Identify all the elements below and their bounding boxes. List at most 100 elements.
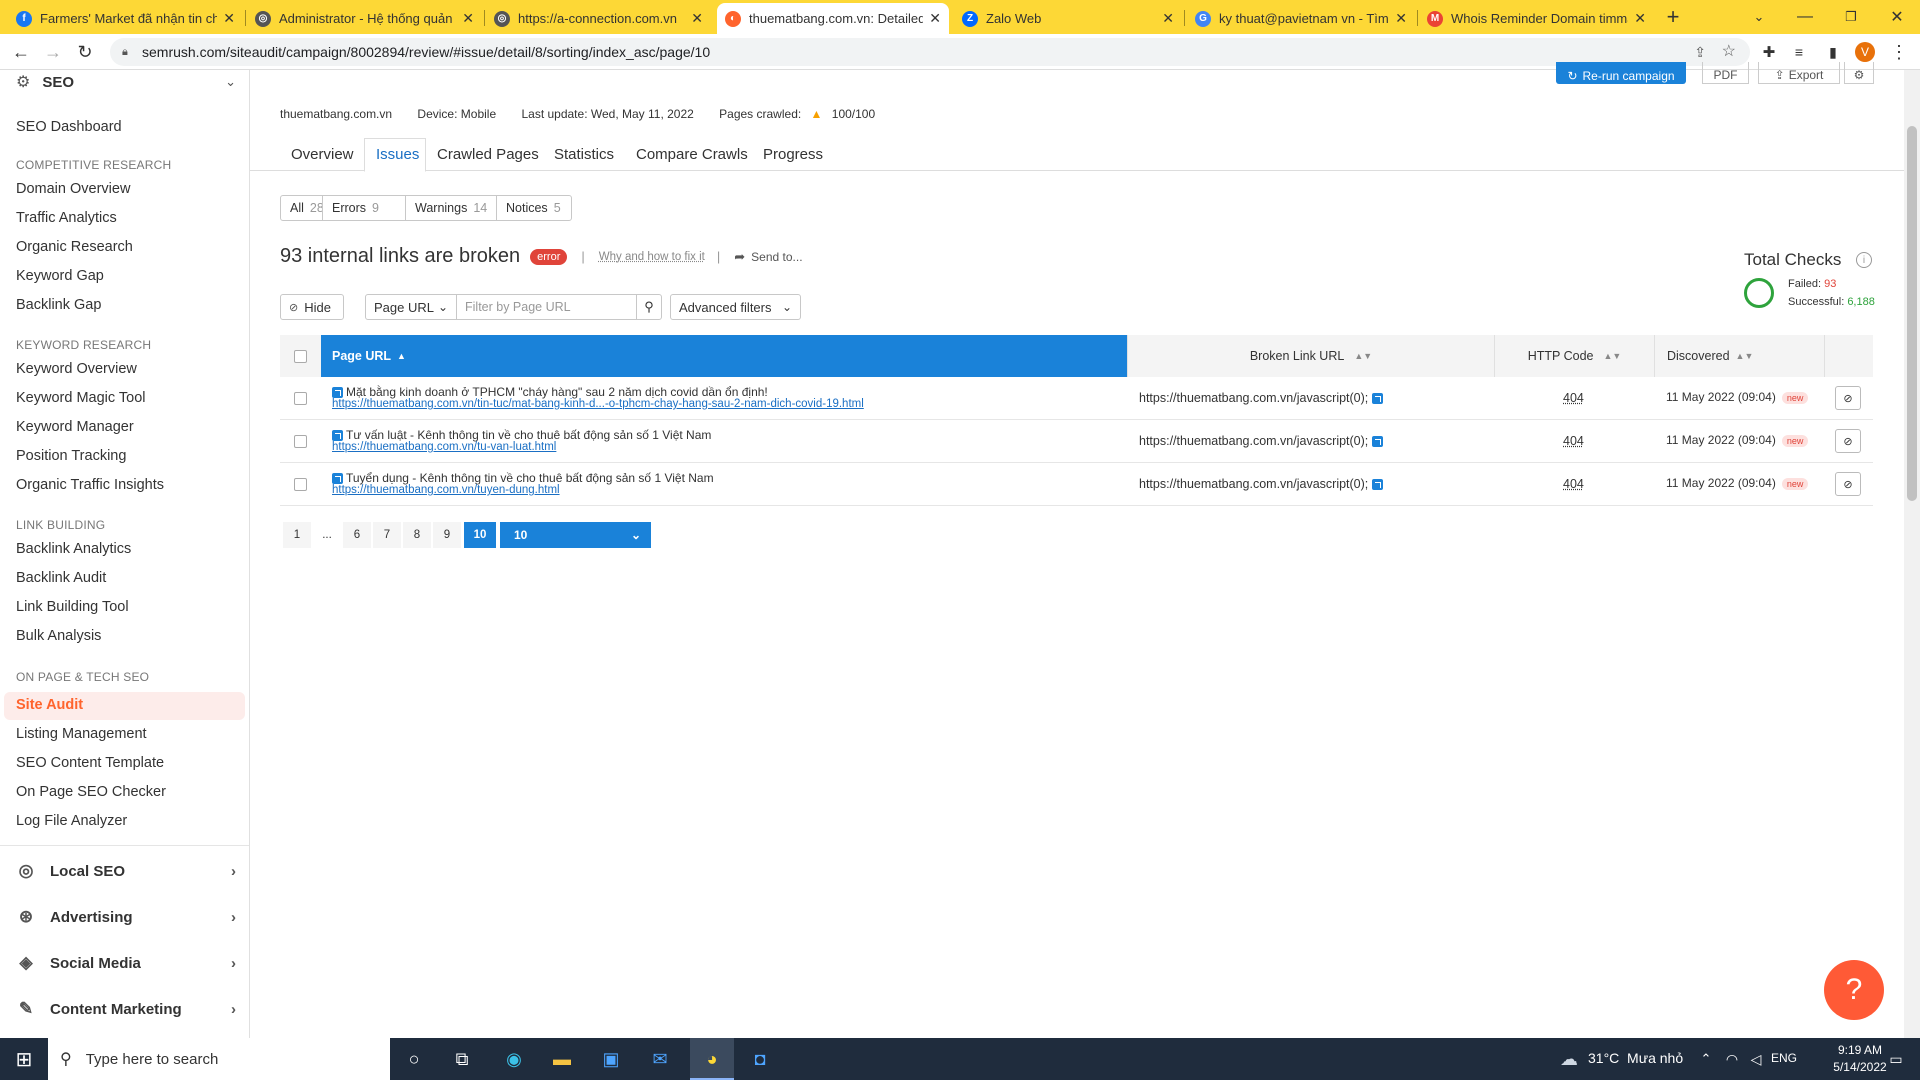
close-tab-icon[interactable]: ✕ (929, 10, 941, 27)
search-button[interactable]: ⚲ (636, 294, 662, 320)
filter-errors[interactable]: Errors 9 (322, 195, 406, 221)
forward-icon[interactable]: → (40, 40, 66, 64)
sidebar-item-keyword-overview[interactable]: Keyword Overview (16, 361, 137, 377)
sidebar-item-domain-overview[interactable]: Domain Overview (16, 181, 130, 197)
close-tab-icon[interactable]: ✕ (1395, 10, 1407, 27)
row-page-title[interactable]: Tuyển dụng - Kênh thông tin về cho thuê … (332, 471, 714, 485)
tab-compare-crawls[interactable]: Compare Crawls (636, 146, 748, 163)
browser-tab[interactable]: ◎ https://a-connection.com.vn ✕ (486, 3, 711, 34)
browser-tab[interactable]: G ky thuat@pavietnam vn - Tìm trên ✕ (1187, 3, 1415, 34)
sidebar-section-content-marketing[interactable]: ✎ Content Marketing › (16, 989, 236, 1029)
help-button[interactable]: ? (1824, 960, 1884, 1020)
mail-icon[interactable]: ✉ (646, 1045, 674, 1073)
scrollbar-thumb[interactable] (1907, 126, 1917, 501)
store-icon[interactable]: ▣ (597, 1045, 625, 1073)
sidebar-item-traffic-analytics[interactable]: Traffic Analytics (16, 210, 117, 226)
page-button[interactable]: 6 (343, 522, 371, 548)
tab-overview[interactable]: Overview (291, 146, 354, 163)
sidebar-item-organic-research[interactable]: Organic Research (16, 239, 133, 255)
sidebar-section-social-media[interactable]: ◈ Social Media › (16, 943, 236, 983)
volume-icon[interactable]: ◁ (1742, 1045, 1770, 1073)
minimize-icon[interactable]: — (1782, 0, 1828, 34)
external-link-icon[interactable] (1371, 479, 1383, 491)
filter-all[interactable]: All 28 (280, 195, 324, 221)
page-button[interactable]: 8 (403, 522, 431, 548)
info-icon[interactable]: i (1856, 252, 1872, 268)
col-http-code[interactable]: HTTP Code ▲▼ (1494, 335, 1654, 377)
sidebar-item-on-page-seo-checker[interactable]: On Page SEO Checker (16, 784, 166, 800)
row-http-code[interactable]: 404 (1563, 434, 1584, 448)
tab-statistics[interactable]: Statistics (554, 146, 614, 163)
sidebar-section-advertising[interactable]: ⊛ Advertising › (16, 897, 236, 937)
chrome-icon[interactable]: ◕ (698, 1045, 726, 1073)
sidebar-item-site-audit[interactable]: Site Audit (16, 697, 83, 713)
reload-icon[interactable]: ↻ (72, 40, 98, 64)
sidebar-item-keyword-magic-tool[interactable]: Keyword Magic Tool (16, 390, 146, 406)
notifications-icon[interactable]: ▭ (1882, 1045, 1910, 1073)
outlook-icon[interactable]: ◘ (746, 1045, 774, 1073)
external-link-icon[interactable] (1371, 436, 1383, 448)
browser-tab[interactable]: ◐ thuematbang.com.vn: Detailed I ✕ (717, 3, 949, 34)
taskbar-search[interactable]: ⚲ Type here to search (48, 1038, 390, 1080)
why-how-link[interactable]: Why and how to fix it (599, 251, 705, 263)
extensions-icon[interactable]: ✚ (1756, 40, 1782, 64)
hide-row-button[interactable]: ⊘ (1835, 386, 1861, 410)
sidebar-item-position-tracking[interactable]: Position Tracking (16, 448, 126, 464)
page-button[interactable]: 1 (283, 522, 311, 548)
row-page-url-link[interactable]: https://thuematbang.com.vn/tin-tuc/mat-b… (332, 398, 864, 410)
advanced-filters-button[interactable]: Advanced filters ⌄ (670, 294, 801, 320)
menu-icon[interactable]: ⋮ (1886, 40, 1912, 64)
pdf-button[interactable]: PDF (1702, 62, 1749, 84)
windows-start-icon[interactable]: ⊞ (10, 1045, 38, 1073)
row-checkbox[interactable] (294, 478, 307, 491)
select-all-checkbox[interactable] (294, 350, 307, 363)
weather-text[interactable]: 31°C Mưa nhỏ (1588, 1050, 1683, 1066)
col-discovered[interactable]: Discovered ▲▼ (1654, 335, 1824, 377)
settings-button[interactable]: ⚙ (1844, 62, 1874, 84)
browser-tab[interactable]: Z Zalo Web ✕ (954, 3, 1182, 34)
tab-progress[interactable]: Progress (763, 146, 823, 163)
language-indicator[interactable]: ENG (1771, 1051, 1797, 1065)
external-link-icon[interactable] (332, 473, 343, 485)
close-window-icon[interactable]: ✕ (1874, 0, 1920, 34)
external-link-icon[interactable] (332, 387, 343, 399)
browser-tab[interactable]: M Whois Reminder Domain timma ✕ (1419, 3, 1654, 34)
send-to-link[interactable]: Send to... (751, 250, 802, 264)
close-tab-icon[interactable]: ✕ (1634, 10, 1646, 27)
sidebar-item-backlink-analytics[interactable]: Backlink Analytics (16, 541, 131, 557)
sidebar-item-bulk-analysis[interactable]: Bulk Analysis (16, 628, 101, 644)
col-page-url[interactable]: Page URL ▲ (321, 335, 1127, 377)
lock-icon[interactable]: 🔒︎ (122, 38, 128, 66)
sidebar-item-keyword-manager[interactable]: Keyword Manager (16, 419, 134, 435)
weather-icon[interactable]: ☁ (1555, 1045, 1583, 1073)
sidepanel-icon[interactable]: ▮ (1820, 40, 1846, 64)
filter-notices[interactable]: Notices 5 (496, 195, 572, 221)
close-tab-icon[interactable]: ✕ (691, 10, 703, 27)
sidebar-item-organic-traffic-insights[interactable]: Organic Traffic Insights (16, 477, 164, 493)
close-tab-icon[interactable]: ✕ (1162, 10, 1174, 27)
file-explorer-icon[interactable]: ▬ (548, 1045, 576, 1073)
row-page-title[interactable]: Tư vấn luật - Kênh thông tin về cho thuê… (332, 428, 711, 442)
col-broken-link-url[interactable]: Broken Link URL ▲▼ (1127, 335, 1494, 377)
url-input[interactable]: 🔒︎ semrush.com/siteaudit/campaign/800289… (110, 38, 1750, 66)
rerun-campaign-button[interactable]: ↻ Re-run campaign (1556, 62, 1686, 84)
sidebar-section-local-seo[interactable]: ◎ Local SEO › (16, 851, 236, 891)
page-url-select[interactable]: Page URL ⌄ (365, 294, 457, 320)
sidebar-item-backlink-audit[interactable]: Backlink Audit (16, 570, 106, 586)
sidebar-item-log-file-analyzer[interactable]: Log File Analyzer (16, 813, 127, 829)
page-button[interactable]: 7 (373, 522, 401, 548)
seo-section-header[interactable]: ⚙ SEO ⌄ (16, 70, 236, 94)
filter-warnings[interactable]: Warnings 14 (405, 195, 497, 221)
hide-row-button[interactable]: ⊘ (1835, 472, 1861, 496)
edge-icon[interactable]: ◉ (500, 1045, 528, 1073)
row-page-title[interactable]: Mặt bằng kinh doanh ở TPHCM "cháy hàng" … (332, 385, 768, 399)
send-icon[interactable]: ➦ (734, 249, 745, 265)
row-http-code[interactable]: 404 (1563, 477, 1584, 491)
tab-search-icon[interactable]: ⌄ (1736, 0, 1782, 34)
per-page-select[interactable]: 10 ⌄ (500, 522, 651, 548)
page-button[interactable]: 9 (433, 522, 461, 548)
close-tab-icon[interactable]: ✕ (223, 10, 235, 27)
tab-crawled-pages[interactable]: Crawled Pages (437, 146, 539, 163)
sidebar-item-keyword-gap[interactable]: Keyword Gap (16, 268, 104, 284)
browser-tab[interactable]: ◎ Administrator - Hệ thống quản lý ✕ (247, 3, 482, 34)
